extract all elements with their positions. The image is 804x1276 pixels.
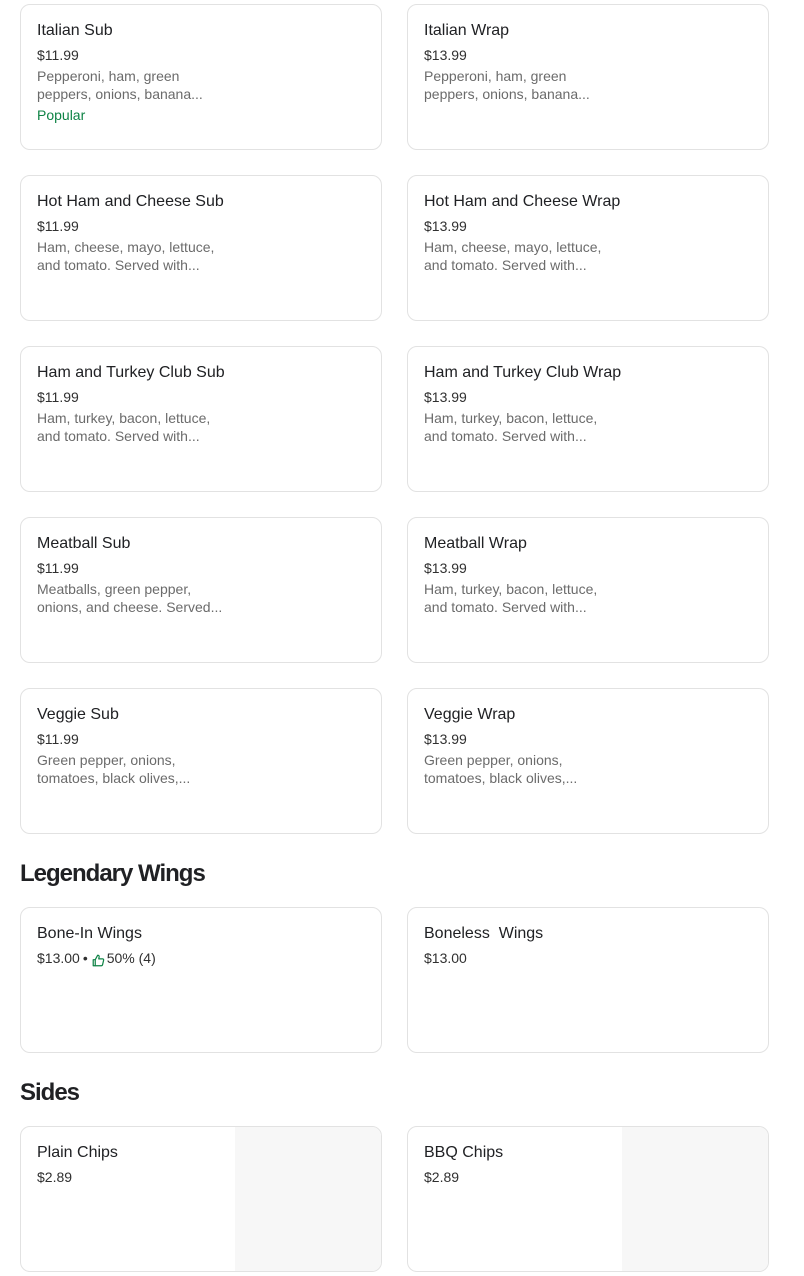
menu-item-card-bone-in-wings[interactable]: Bone-In Wings $13.00 • 50% (4): [20, 907, 382, 1053]
item-name: Plain Chips: [37, 1144, 118, 1161]
menu-item-details: Italian Sub $11.99 Pepperoni, ham, green…: [37, 19, 237, 125]
menu-item-card-club-sub[interactable]: Ham and Turkey Club Sub $11.99 Ham, turk…: [20, 346, 382, 492]
item-description: Pepperoni, ham, green peppers, onions, b…: [37, 68, 203, 102]
item-name: Hot Ham and Cheese Wrap: [424, 193, 621, 210]
menu-item-details: Hot Ham and Cheese Wrap $13.99 Ham, chee…: [424, 190, 624, 274]
menu-item-details: Plain Chips $2.89: [37, 1141, 237, 1187]
item-price: $11.99: [37, 731, 79, 747]
section-title-sides: Sides: [20, 1079, 80, 1106]
menu-item-card-meatball-sub[interactable]: Meatball Sub $11.99 Meatballs, green pep…: [20, 517, 382, 663]
item-name: Veggie Sub: [37, 706, 119, 723]
menu-item-details: Ham and Turkey Club Sub $11.99 Ham, turk…: [37, 361, 237, 445]
item-price: $13.99: [424, 47, 467, 63]
menu-item-card-veggie-wrap[interactable]: Veggie Wrap $13.99 Green pepper, onions,…: [407, 688, 769, 834]
menu-item-card-hot-ham-wrap[interactable]: Hot Ham and Cheese Wrap $13.99 Ham, chee…: [407, 175, 769, 321]
item-name: Meatball Sub: [37, 535, 131, 552]
popular-badge: Popular: [37, 107, 86, 123]
menu-item-card-club-wrap[interactable]: Ham and Turkey Club Wrap $13.99 Ham, tur…: [407, 346, 769, 492]
item-description: Pepperoni, ham, green peppers, onions, b…: [424, 68, 590, 102]
item-name: Boneless Wings: [424, 925, 544, 942]
item-price: $13.00: [37, 950, 80, 966]
menu-item-details: Boneless Wings $13.00: [424, 922, 624, 968]
menu-item-card-meatball-wrap[interactable]: Meatball Wrap $13.99 Ham, turkey, bacon,…: [407, 517, 769, 663]
menu-item-details: Ham and Turkey Club Wrap $13.99 Ham, tur…: [424, 361, 624, 445]
item-price: $13.99: [424, 560, 467, 576]
item-description: Ham, cheese, mayo, lettuce, and tomato. …: [424, 239, 602, 273]
item-image-placeholder: [235, 1127, 381, 1271]
menu-item-card-veggie-sub[interactable]: Veggie Sub $11.99 Green pepper, onions, …: [20, 688, 382, 834]
item-name: Ham and Turkey Club Sub: [37, 364, 225, 381]
item-name: Italian Wrap: [424, 22, 510, 39]
menu-item-details: BBQ Chips $2.89: [424, 1141, 624, 1187]
item-name: Meatball Wrap: [424, 535, 527, 552]
item-description: Ham, turkey, bacon, lettuce, and tomato.…: [37, 410, 211, 444]
thumbs-up-icon: [92, 952, 105, 966]
item-description: Ham, turkey, bacon, lettuce, and tomato.…: [424, 581, 598, 615]
item-name: Bone-In Wings: [37, 925, 142, 942]
item-price: $13.00: [424, 950, 467, 966]
item-price: $2.89: [424, 1169, 460, 1185]
item-description: Green pepper, onions, tomatoes, black ol…: [37, 752, 191, 786]
item-name: Ham and Turkey Club Wrap: [424, 364, 622, 381]
item-price: $11.99: [37, 47, 79, 63]
item-price: $13.99: [424, 731, 467, 747]
item-name: BBQ Chips: [424, 1144, 504, 1161]
item-image-placeholder: [622, 1127, 768, 1271]
menu-item-card-hot-ham-sub[interactable]: Hot Ham and Cheese Sub $11.99 Ham, chees…: [20, 175, 382, 321]
item-description: Ham, cheese, mayo, lettuce, and tomato. …: [37, 239, 215, 273]
item-price: $11.99: [37, 218, 79, 234]
section-title-legendary-wings: Legendary Wings: [20, 860, 206, 887]
item-description: Ham, turkey, bacon, lettuce, and tomato.…: [424, 410, 598, 444]
menu-item-details: Italian Wrap $13.99 Pepperoni, ham, gree…: [424, 19, 624, 103]
menu-item-card-plain-chips[interactable]: Plain Chips $2.89: [20, 1126, 382, 1272]
price-rating-row: $13.00 • 50% (4): [37, 948, 337, 968]
item-description: Meatballs, green pepper, onions, and che…: [37, 581, 223, 615]
menu-item-details: Veggie Wrap $13.99 Green pepper, onions,…: [424, 703, 624, 787]
separator-dot: •: [82, 950, 88, 966]
item-price: $11.99: [37, 560, 79, 576]
item-name: Italian Sub: [37, 22, 113, 39]
menu-item-details: Hot Ham and Cheese Sub $11.99 Ham, chees…: [37, 190, 237, 274]
rating-text: 50% (4): [106, 950, 156, 966]
menu-item-card-bbq-chips[interactable]: BBQ Chips $2.89: [407, 1126, 769, 1272]
menu-item-details: Bone-In Wings $13.00 • 50% (4): [37, 922, 337, 968]
menu-item-card-boneless-wings[interactable]: Boneless Wings $13.00: [407, 907, 769, 1053]
menu-item-card-italian-sub[interactable]: Italian Sub $11.99 Pepperoni, ham, green…: [20, 4, 382, 150]
item-description: Green pepper, onions, tomatoes, black ol…: [424, 752, 578, 786]
item-price: $13.99: [424, 389, 467, 405]
menu-page: Italian Sub $11.99 Pepperoni, ham, green…: [0, 0, 804, 1276]
item-name: Veggie Wrap: [424, 706, 516, 723]
item-price: $13.99: [424, 218, 467, 234]
menu-item-details: Meatball Wrap $13.99 Ham, turkey, bacon,…: [424, 532, 624, 616]
item-name: Hot Ham and Cheese Sub: [37, 193, 224, 210]
menu-item-details: Meatball Sub $11.99 Meatballs, green pep…: [37, 532, 237, 616]
menu-item-details: Veggie Sub $11.99 Green pepper, onions, …: [37, 703, 237, 787]
menu-item-card-italian-wrap[interactable]: Italian Wrap $13.99 Pepperoni, ham, gree…: [407, 4, 769, 150]
item-price: $2.89: [37, 1169, 73, 1185]
item-price: $11.99: [37, 389, 79, 405]
